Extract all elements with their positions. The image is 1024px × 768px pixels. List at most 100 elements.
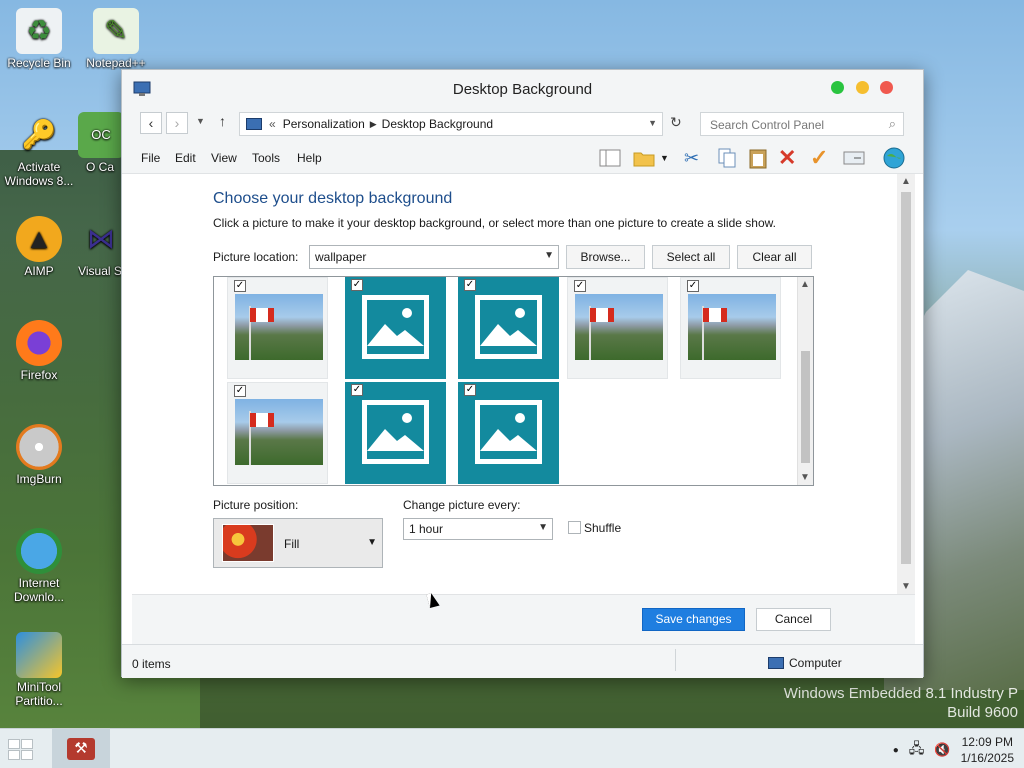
refresh-icon[interactable]: ↻ [670,114,682,131]
menu-view[interactable]: View [211,151,237,165]
desktop-icon-internet-download-manager[interactable]: Internet Downlo... [1,528,77,604]
internet-download-manager-icon [16,528,62,574]
address-dropdown-icon[interactable]: ▼ [648,118,657,128]
picture-thumbnail[interactable]: ✓ [227,382,328,484]
cut-icon[interactable]: ✂ [684,146,708,170]
menu-file[interactable]: File [141,151,160,165]
minimize-button[interactable] [856,81,869,94]
picture-grid[interactable]: ✓ ✓ ✓ ✓ ✓ ✓ ✓ ✓ ▲ ▼ [213,276,814,486]
picture-position-select[interactable]: Fill ▼ [213,518,383,568]
scroll-down-icon[interactable]: ▼ [800,472,810,483]
page-heading: Choose your desktop background [213,190,453,207]
checkbox-checked[interactable]: ✓ [351,279,363,291]
forward-button[interactable]: › [166,112,188,134]
search-icon[interactable]: ⌕ [889,116,896,132]
checkmark-icon[interactable]: ✓ [810,146,834,170]
clear-all-button[interactable]: Clear all [737,245,812,269]
breadcrumb-desktop-background[interactable]: Desktop Background [382,117,493,131]
desktop-icon-ocam[interactable]: OC O Ca [78,112,124,174]
picture-thumbnail[interactable]: ✓ [458,277,559,379]
close-button[interactable] [880,81,893,94]
browse-button[interactable]: Browse... [566,245,645,269]
desktop-icon-visual-studio[interactable]: ⋈ Visual S [78,216,122,279]
notepad-plus-plus-icon: ✎ [93,8,139,54]
watermark-build: Build 9600 [947,704,1018,721]
checkbox-checked[interactable]: ✓ [687,280,699,292]
checkbox-checked[interactable]: ✓ [574,280,586,292]
desktop-icon-notepad-plus-plus[interactable]: ✎ Notepad++ [78,8,154,70]
menu-tools[interactable]: Tools [252,151,280,165]
copy-icon[interactable] [715,146,739,170]
firefox-icon [16,320,62,366]
clock[interactable]: 12:09 PM 1/16/2025 [961,734,1014,766]
desktop-icon-imgburn[interactable]: ImgBurn [1,424,77,486]
scrollbar-thumb[interactable] [901,192,911,564]
desktop-icon-aimp[interactable]: ▲ AIMP [1,216,77,278]
back-button[interactable]: ‹ [140,112,162,134]
checkbox-checked[interactable]: ✓ [464,384,476,396]
scrollbar-thumb[interactable] [801,351,810,463]
picture-thumbnail[interactable]: ✓ [227,277,328,379]
control-panel-small-icon [246,118,262,130]
title-bar[interactable]: Desktop Background [122,70,923,108]
picture-location-select[interactable]: wallpaper ▼ [309,245,559,269]
item-count: 0 items [132,657,171,671]
scroll-up-icon[interactable]: ▲ [800,279,810,290]
desktop-background-window: Desktop Background ‹ › ▼ ↑ « Personaliza… [121,69,924,678]
checkbox-checked[interactable]: ✓ [351,384,363,396]
picture-location-value: wallpaper [315,250,367,264]
address-bar[interactable]: « Personalization ▶ Desktop Background ▼ [239,112,663,136]
picture-grid-scrollbar[interactable]: ▲ ▼ [797,277,813,485]
change-every-value: 1 hour [409,522,444,536]
volume-muted-icon[interactable]: 🔇 [934,742,950,758]
tray-dot-icon[interactable]: ● [893,745,899,756]
checkbox-checked[interactable]: ✓ [464,279,476,291]
picture-thumbnail[interactable]: ✓ [680,277,781,379]
desktop-icon-minitool[interactable]: MiniTool Partitio... [1,632,77,708]
scroll-up-icon[interactable]: ▲ [901,176,911,187]
search-input[interactable]: Search Control Panel ⌕ [700,112,904,136]
cancel-button[interactable]: Cancel [756,608,831,631]
breadcrumb-overflow[interactable]: « [269,117,276,131]
dialog-footer: Save changes Cancel [132,594,915,644]
select-all-button[interactable]: Select all [652,245,730,269]
desktop-icon-label: Activate Windows 8... [4,160,74,188]
picture-thumbnail[interactable]: ✓ [458,382,559,484]
network-icon[interactable]: 🖧 [909,738,925,762]
globe-icon[interactable] [882,146,906,170]
breadcrumb-personalization[interactable]: Personalization [283,117,365,131]
new-folder-icon[interactable] [632,146,656,170]
dropdown-arrow-icon[interactable]: ▼ [660,146,674,170]
desktop-icon-activate-windows[interactable]: 🔑 Activate Windows 8... [1,112,77,189]
layout-pane-icon[interactable] [598,146,622,170]
properties-icon[interactable] [842,146,866,170]
status-location: Computer [768,656,842,670]
clock-time: 12:09 PM [961,735,1013,749]
flower-preview-image [222,524,274,562]
paste-icon[interactable] [746,146,770,170]
menu-edit[interactable]: Edit [175,151,196,165]
start-button[interactable] [6,737,36,761]
checkbox-checked[interactable]: ✓ [234,280,246,292]
picture-thumbnail[interactable]: ✓ [567,277,668,379]
windows-watermark: Windows Embedded 8.1 Industry P Build 96… [784,684,1018,722]
control-panel-tools-icon: ⚒ [67,738,95,760]
delete-icon[interactable]: ✕ [778,146,802,170]
picture-thumbnail[interactable]: ✓ [345,277,446,379]
desktop-icon-recycle-bin[interactable]: ♻ Recycle Bin [1,8,77,70]
desktop-icon-firefox[interactable]: Firefox [1,320,77,382]
content-scrollbar[interactable]: ▲ ▼ [897,174,915,594]
scroll-down-icon[interactable]: ▼ [901,581,911,592]
change-every-select[interactable]: 1 hour ▼ [403,518,553,540]
menu-help[interactable]: Help [297,151,322,165]
key-shield-icon: 🔑 [21,119,57,150]
taskbar-control-panel[interactable]: ⚒ [52,729,110,768]
desktop-icon-label: O Ca [85,160,114,174]
checkbox-checked[interactable]: ✓ [234,385,246,397]
up-arrow-icon[interactable]: ↑ [219,113,226,129]
maximize-button[interactable] [831,81,844,94]
recent-locations-chevron-icon[interactable]: ▼ [196,116,205,126]
picture-thumbnail[interactable]: ✓ [345,382,446,484]
shuffle-checkbox[interactable] [568,521,581,534]
save-changes-button[interactable]: Save changes [642,608,745,631]
